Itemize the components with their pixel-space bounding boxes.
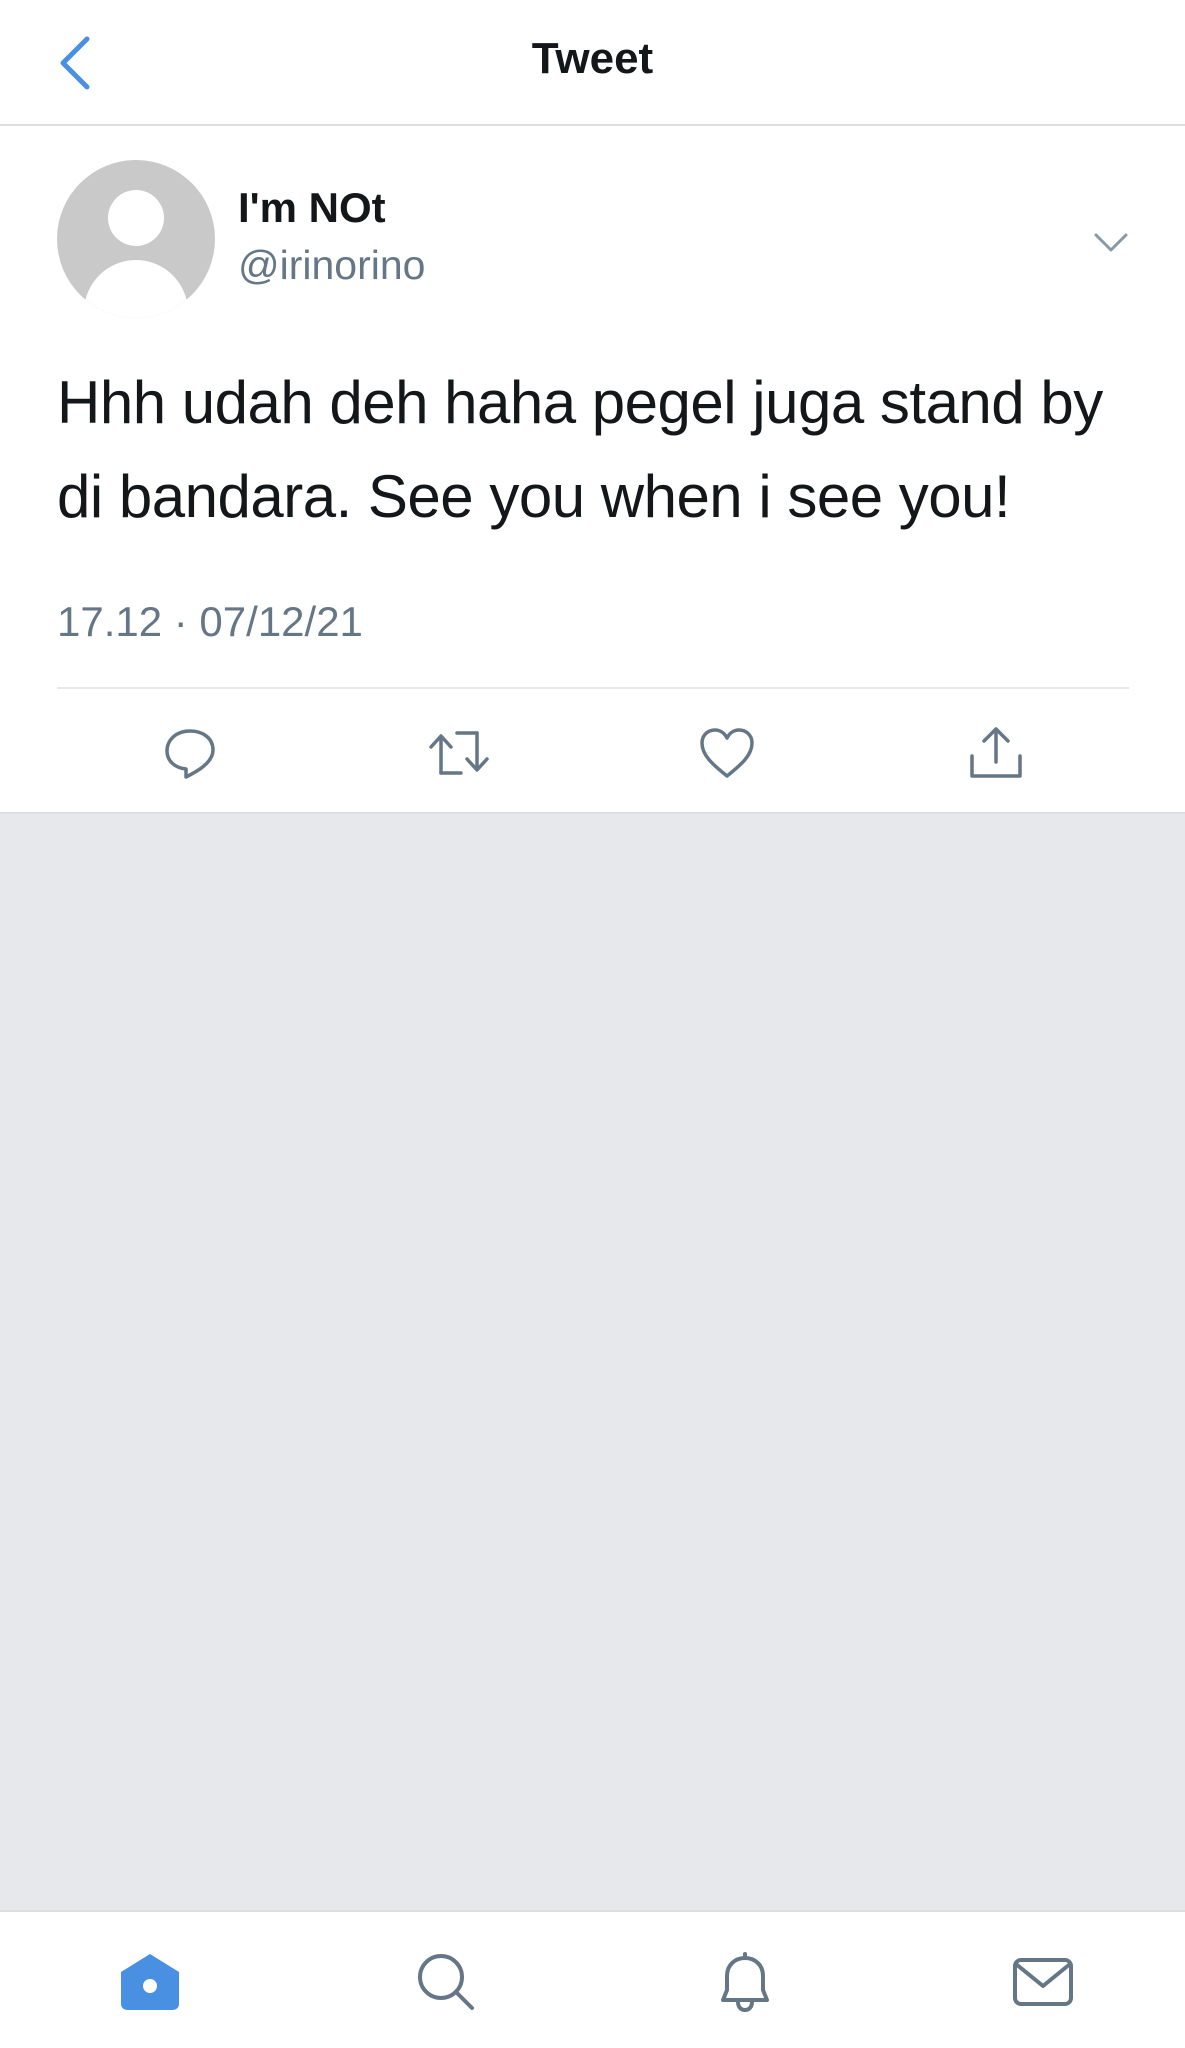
tweet-text: Hhh udah deh haha pegel juga stand by di… (57, 369, 1103, 530)
tab-home[interactable] (110, 1942, 190, 2022)
like-icon (700, 728, 754, 778)
page-title: Tweet (531, 34, 654, 83)
top-bar: Tweet (0, 0, 1185, 126)
tab-notifications[interactable] (705, 1942, 785, 2022)
reply-button[interactable] (155, 718, 225, 788)
divider (57, 687, 1129, 689)
retweet-icon (429, 731, 489, 775)
tweet-detail: I'm NOt @irinorino Hhh udah deh haha peg… (0, 126, 1185, 814)
retweet-button[interactable] (424, 718, 494, 788)
reply-icon (165, 729, 215, 779)
tab-search[interactable] (406, 1942, 486, 2022)
search-icon (418, 1954, 474, 2010)
bottom-tab-bar (0, 1910, 1185, 2048)
avatar-head-shape (108, 190, 164, 246)
tweet-menu-button[interactable] (1086, 218, 1136, 268)
like-button[interactable] (692, 718, 762, 788)
home-icon (121, 1954, 179, 2010)
author-handle[interactable]: @irinorino (238, 242, 425, 289)
tweet-actions (0, 696, 1185, 806)
avatar[interactable] (57, 160, 215, 318)
share-icon (970, 727, 1022, 778)
notifications-icon (721, 1952, 769, 2012)
messages-icon (1013, 1958, 1073, 2006)
tweet-timestamp: 17.12 · 07/12/21 (57, 598, 363, 645)
chevron-down-icon (1094, 233, 1128, 252)
tab-messages[interactable] (1003, 1942, 1083, 2022)
author-display-name[interactable]: I'm NOt (238, 184, 386, 232)
share-button[interactable] (961, 718, 1031, 788)
avatar-body-shape (84, 260, 188, 318)
